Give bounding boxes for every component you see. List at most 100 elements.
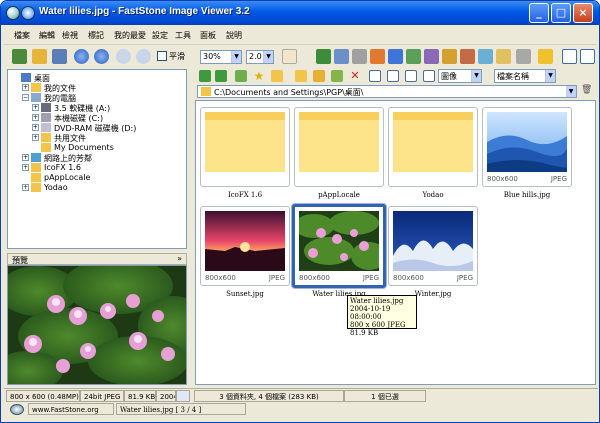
view-details-icon[interactable] bbox=[369, 70, 381, 82]
thumbnail-grid[interactable]: IcoFX 1.6 pAppLocale Yodao 800x600 JPEG Blue … bbox=[195, 100, 596, 385]
tree-item[interactable]: + DVD-RAM 磁碟機 (D:) bbox=[8, 123, 186, 133]
tree-item[interactable]: My Documents bbox=[8, 143, 186, 153]
tree-item[interactable]: + 網路上的芳鄰 bbox=[8, 153, 186, 163]
app-secondary-icon[interactable] bbox=[21, 6, 35, 20]
effects-icon[interactable] bbox=[460, 49, 475, 64]
menu-item[interactable]: 說明 bbox=[226, 30, 242, 41]
menu-item[interactable]: 我的最愛 bbox=[114, 30, 146, 41]
tree-item[interactable]: 桌面 bbox=[8, 73, 186, 83]
folder-open-icon[interactable] bbox=[32, 49, 47, 64]
expand-icon[interactable]: + bbox=[22, 184, 29, 191]
thumbnail[interactable] bbox=[294, 107, 384, 187]
thumbnail[interactable] bbox=[388, 107, 478, 187]
nav-back-icon[interactable] bbox=[199, 70, 211, 82]
adjust-icon[interactable] bbox=[424, 49, 439, 64]
thumbnail[interactable]: 800x600 JPEG bbox=[200, 206, 290, 286]
view-list-icon[interactable] bbox=[387, 70, 399, 82]
expand-icon[interactable]: + bbox=[22, 154, 29, 161]
thumbnail[interactable]: 800x600 JPEG bbox=[292, 204, 386, 288]
hand-tool-icon[interactable] bbox=[282, 49, 297, 64]
open-icon[interactable] bbox=[12, 49, 27, 64]
recycle-bin-icon[interactable]: 🗑 bbox=[581, 85, 595, 98]
thumbnail-caption[interactable]: pAppLocale bbox=[294, 191, 384, 199]
expand-icon[interactable]: + bbox=[32, 114, 39, 121]
refresh-icon[interactable] bbox=[235, 70, 247, 82]
title-bar[interactable]: Water lilies.jpg - FastStone Image Viewe… bbox=[1, 1, 599, 25]
tree-item[interactable]: + 本機磁碟 (C:) bbox=[8, 113, 186, 123]
tree-item[interactable]: pAppLocale bbox=[8, 173, 186, 183]
zoom-in-icon[interactable] bbox=[116, 49, 131, 64]
resize-icon[interactable] bbox=[352, 49, 367, 64]
collapse-icon[interactable]: » bbox=[177, 254, 182, 263]
tree-item[interactable]: + 我的文件 bbox=[8, 83, 186, 93]
new-folder-icon[interactable] bbox=[271, 70, 283, 82]
view-thumbs-icon[interactable] bbox=[423, 70, 435, 82]
expand-icon[interactable]: + bbox=[32, 124, 39, 131]
maximize-button[interactable]: □ bbox=[551, 3, 571, 23]
tree-item[interactable]: + 共用文件 bbox=[8, 133, 186, 143]
sort-select[interactable]: 檔案名稱 ▼ bbox=[494, 69, 556, 83]
slideshow-icon[interactable] bbox=[478, 49, 493, 64]
move-to-icon[interactable] bbox=[313, 70, 325, 82]
forward-icon[interactable] bbox=[94, 49, 109, 64]
tree-item[interactable]: + IcoFX 1.6 bbox=[8, 163, 186, 173]
save-icon[interactable] bbox=[52, 49, 67, 64]
filter-select[interactable]: 圖像 ▼ bbox=[438, 69, 482, 83]
ratio-select[interactable]: 2.0 ▼ bbox=[246, 50, 274, 64]
fullscreen-icon[interactable] bbox=[580, 49, 595, 64]
rotate-right-icon[interactable] bbox=[388, 49, 403, 64]
expand-icon[interactable]: + bbox=[32, 104, 39, 111]
thumbnail-caption[interactable]: IcoFX 1.6 bbox=[200, 191, 290, 199]
expand-icon[interactable]: + bbox=[22, 164, 29, 171]
thumbnail-image bbox=[205, 112, 285, 172]
app-icon[interactable] bbox=[6, 6, 20, 20]
thumbnail[interactable] bbox=[200, 107, 290, 187]
thumbnail[interactable]: 800x600 JPEG bbox=[482, 107, 572, 187]
fit-window-icon[interactable] bbox=[176, 390, 190, 402]
close-button[interactable]: × bbox=[573, 3, 593, 23]
crop-icon[interactable] bbox=[334, 49, 349, 64]
flip-icon[interactable] bbox=[406, 49, 421, 64]
menu-item[interactable]: 檢視 bbox=[62, 30, 78, 41]
chevron-down-icon: ▼ bbox=[545, 70, 555, 82]
expand-icon[interactable]: + bbox=[32, 134, 39, 141]
website-link[interactable]: www.FastStone.org bbox=[28, 403, 114, 415]
zoom-out-icon[interactable] bbox=[136, 49, 151, 64]
copy-to-icon[interactable] bbox=[295, 70, 307, 82]
menu-item[interactable]: 設定 bbox=[152, 30, 168, 41]
chevron-down-icon[interactable]: ▼ bbox=[566, 86, 576, 97]
view-grid-icon[interactable] bbox=[405, 70, 417, 82]
rotate-left-icon[interactable] bbox=[370, 49, 385, 64]
delete-icon[interactable]: ✕ bbox=[349, 70, 361, 82]
menu-item[interactable]: 面板 bbox=[200, 30, 216, 41]
print-icon[interactable] bbox=[516, 49, 531, 64]
rename-icon[interactable] bbox=[331, 70, 343, 82]
settings-icon[interactable] bbox=[538, 49, 553, 64]
nav-forward-icon[interactable] bbox=[215, 70, 227, 82]
tree-item[interactable]: − 我的電腦 bbox=[8, 93, 186, 103]
email-icon[interactable] bbox=[496, 49, 511, 64]
thumbnail-caption[interactable]: Yodao bbox=[388, 191, 478, 199]
minimize-button[interactable]: _ bbox=[529, 3, 549, 23]
address-bar[interactable]: C:\Documents and Settings\PGP\桌面\ ▼ bbox=[197, 85, 577, 98]
preview-header: 預覽 » bbox=[7, 253, 187, 265]
collapse-icon[interactable]: − bbox=[22, 94, 29, 101]
smooth-checkbox[interactable] bbox=[157, 51, 167, 61]
fit-icon[interactable] bbox=[316, 49, 331, 64]
menu-item[interactable]: 檔案 bbox=[14, 30, 30, 41]
menu-item[interactable]: 標記 bbox=[88, 30, 104, 41]
layout-icon[interactable] bbox=[562, 49, 577, 64]
star-icon[interactable]: ★ bbox=[253, 70, 265, 82]
folder-tree[interactable]: 桌面 + 我的文件 − 我的電腦 +3.5 軟碟機 (A:) + 本機磁碟 (C:) + DVD-… bbox=[7, 69, 187, 249]
thumbnail-caption[interactable]: Sunset.jpg bbox=[200, 290, 290, 298]
menu-item[interactable]: 編輯 bbox=[39, 30, 55, 41]
menu-item[interactable]: 工具 bbox=[175, 30, 191, 41]
zoom-select[interactable]: 30% ▼ bbox=[200, 50, 242, 64]
thumbnail[interactable]: 800x600 JPEG bbox=[388, 206, 478, 286]
tree-item[interactable]: +3.5 軟碟機 (A:) bbox=[8, 103, 186, 113]
back-icon[interactable] bbox=[74, 49, 89, 64]
draw-icon[interactable] bbox=[442, 49, 457, 64]
tree-item[interactable]: + Yodao bbox=[8, 183, 186, 193]
thumbnail-caption[interactable]: Blue hills.jpg bbox=[482, 191, 572, 199]
expand-icon[interactable]: + bbox=[22, 84, 29, 91]
